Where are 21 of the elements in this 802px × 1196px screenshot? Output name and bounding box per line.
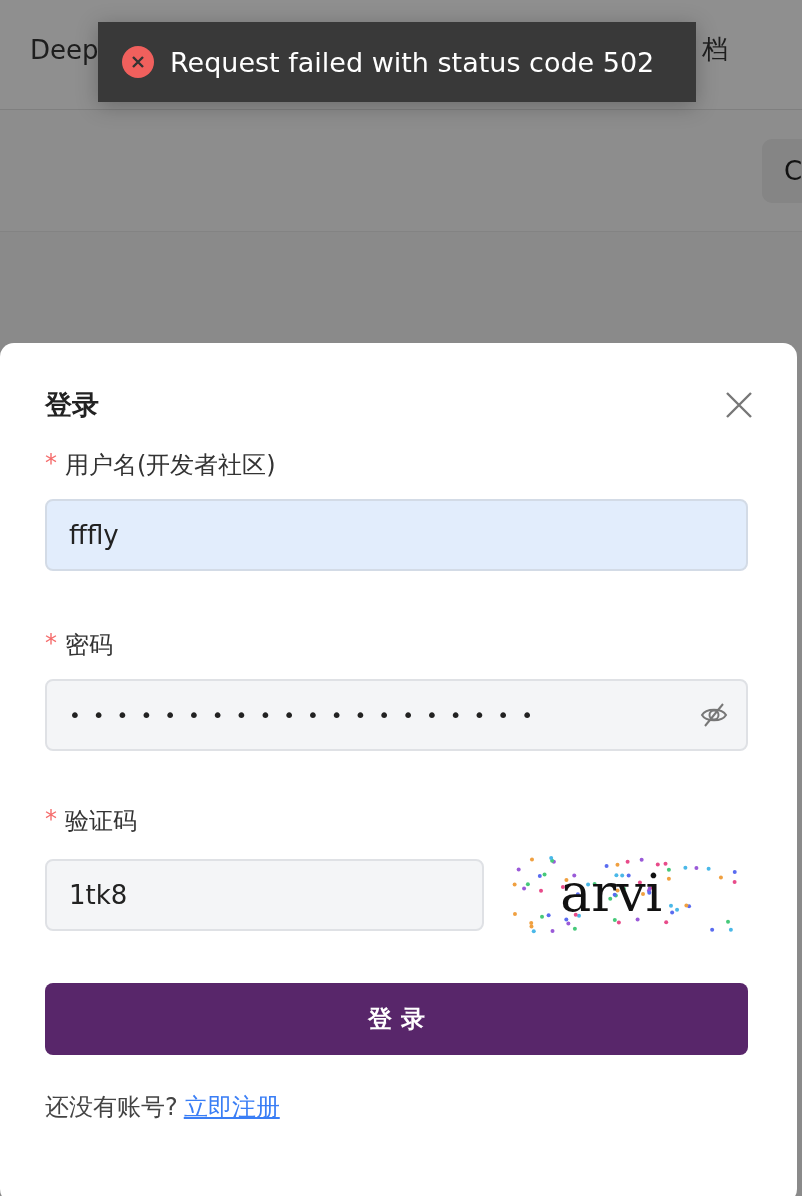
username-field[interactable]: fffly bbox=[45, 499, 748, 571]
field-label: 验证码 bbox=[65, 806, 137, 837]
required-mark: * bbox=[45, 449, 57, 479]
password-field[interactable]: •••••••••••••••••••• bbox=[45, 679, 748, 751]
close-icon[interactable] bbox=[725, 391, 753, 419]
eye-off-icon[interactable] bbox=[700, 702, 728, 728]
toast-message: Request failed with status code 502 bbox=[170, 46, 655, 78]
dialog-title: 登录 bbox=[45, 388, 99, 422]
required-mark: * bbox=[45, 629, 57, 659]
footer-text: 还没有账号? bbox=[45, 1092, 178, 1123]
required-mark: * bbox=[45, 805, 57, 835]
captcha-field[interactable]: 1tk8 bbox=[45, 859, 485, 931]
nav-item[interactable]: 档 bbox=[702, 32, 728, 67]
field-label: 密码 bbox=[65, 630, 113, 661]
error-icon bbox=[122, 46, 154, 78]
login-button[interactable]: 登 录 bbox=[45, 983, 748, 1055]
register-link[interactable]: 立即注册 bbox=[183, 1091, 280, 1123]
nav-item[interactable]: Deep bbox=[30, 34, 99, 65]
toolbar-button[interactable]: C bbox=[762, 138, 802, 203]
captcha-text[interactable]: arvi bbox=[560, 863, 663, 923]
field-label: 用户名(开发者社区) bbox=[65, 450, 276, 481]
